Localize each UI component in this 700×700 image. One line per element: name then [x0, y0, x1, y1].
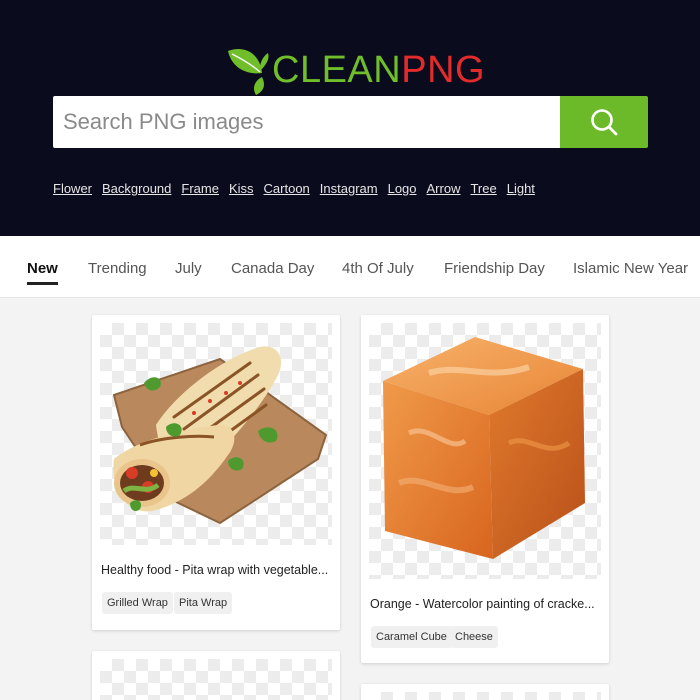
category-tabs: New Trending July Canada Day 4th Of July… — [0, 236, 700, 298]
search-button[interactable] — [560, 96, 648, 148]
card-image[interactable] — [369, 692, 601, 700]
active-tab-indicator — [27, 282, 58, 285]
orange-cube-image — [383, 337, 585, 559]
tag-pita-wrap[interactable]: Pita Wrap — [174, 592, 233, 614]
quick-link-arrow[interactable]: Arrow — [427, 181, 461, 196]
card-image-pita-wrap[interactable] — [100, 323, 332, 545]
logo-text-clean: CLEAN — [272, 49, 402, 91]
tab-new[interactable]: New — [27, 260, 58, 277]
quick-link-instagram[interactable]: Instagram — [320, 181, 378, 196]
tab-july[interactable]: July — [175, 260, 202, 277]
quick-link-logo[interactable]: Logo — [388, 181, 417, 196]
logo-text-png: PNG — [401, 49, 486, 91]
pita-wrap-image — [112, 346, 328, 525]
tab-trending[interactable]: Trending — [88, 260, 147, 277]
quick-link-flower[interactable]: Flower — [53, 181, 92, 196]
card-title[interactable]: Orange - Watercolor painting of cracke..… — [370, 597, 602, 611]
search-icon — [591, 109, 618, 136]
image-card[interactable] — [361, 684, 609, 700]
image-card[interactable]: Healthy food - Pita wrap with vegetable.… — [92, 315, 340, 630]
card-title[interactable]: Healthy food - Pita wrap with vegetable.… — [101, 563, 333, 577]
search-bar — [53, 96, 648, 148]
site-logo[interactable]: CLEANPNG — [226, 44, 485, 96]
tab-islamic-new-year[interactable]: Islamic New Year — [573, 260, 688, 277]
tab-4th-of-july[interactable]: 4th Of July — [342, 260, 414, 277]
quick-link-background[interactable]: Background — [102, 181, 171, 196]
card-image[interactable] — [100, 659, 332, 700]
card-image-orange-cube[interactable] — [369, 323, 601, 579]
quick-link-tree[interactable]: Tree — [470, 181, 496, 196]
site-header: CLEANPNG Flower Background Frame Kiss Ca… — [0, 0, 700, 236]
quick-link-light[interactable]: Light — [507, 181, 535, 196]
tag-grilled-wrap[interactable]: Grilled Wrap — [102, 592, 173, 614]
image-card[interactable] — [92, 651, 340, 700]
tab-friendship-day[interactable]: Friendship Day — [444, 260, 545, 277]
image-card[interactable]: Orange - Watercolor painting of cracke..… — [361, 315, 609, 663]
tab-canada-day[interactable]: Canada Day — [231, 260, 314, 277]
quick-link-cartoon[interactable]: Cartoon — [264, 181, 310, 196]
search-input[interactable] — [53, 96, 560, 148]
leaf-logo-icon — [228, 49, 269, 95]
popular-searches: Flower Background Frame Kiss Cartoon Ins… — [53, 181, 535, 196]
tag-cheese[interactable]: Cheese — [450, 626, 498, 648]
tag-caramel-cube[interactable]: Caramel Cube — [371, 626, 452, 648]
quick-link-kiss[interactable]: Kiss — [229, 181, 254, 196]
quick-link-frame[interactable]: Frame — [181, 181, 219, 196]
